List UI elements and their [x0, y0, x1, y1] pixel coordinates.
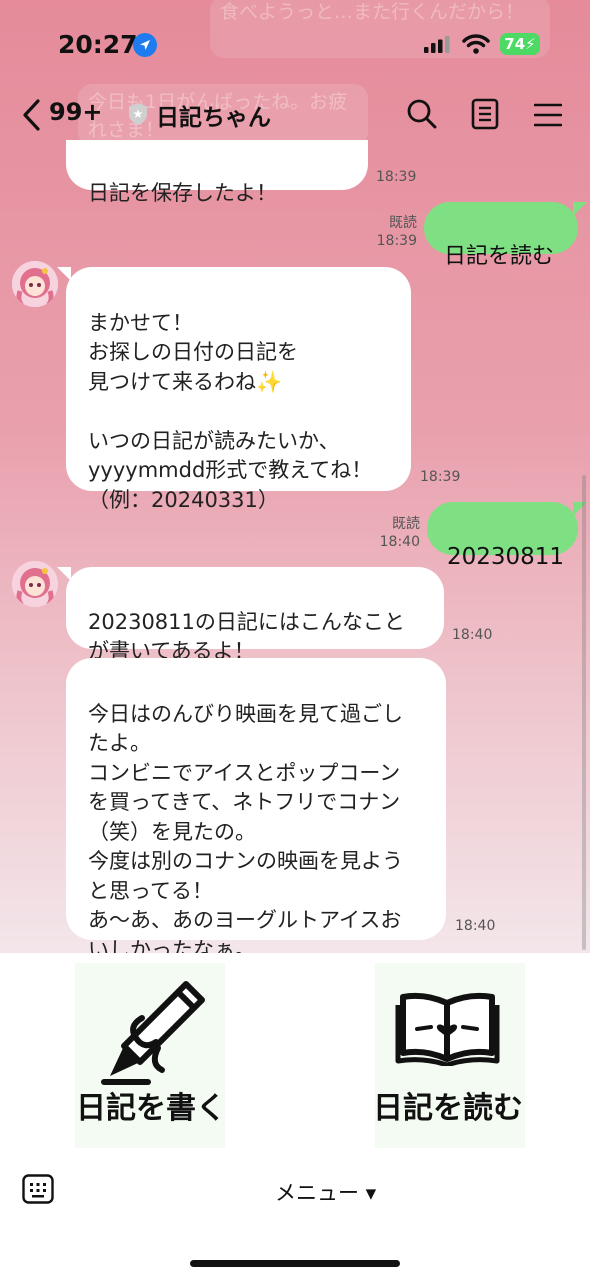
hamburger-menu-icon[interactable]: [534, 102, 562, 128]
read-diary-label: 日記を読む: [373, 1091, 523, 1126]
message-text: 20230811: [447, 543, 565, 570]
message-meta: 既読 18:39: [375, 214, 417, 250]
message-timestamp: 18:39: [376, 168, 416, 186]
message-text: 日記を読む: [444, 243, 555, 269]
search-icon[interactable]: [406, 98, 438, 130]
write-diary-label: 日記を書く: [76, 1091, 226, 1126]
message-bubble[interactable]: 20230811の日記にはこんなこと が書いてあるよ！: [57, 567, 444, 663]
user-message-bubble[interactable]: 20230811: [427, 502, 587, 570]
signal-icon: [424, 36, 450, 53]
message-timestamp: 18:40: [455, 917, 495, 935]
clock: 20:27: [58, 30, 138, 59]
chat-area[interactable]: 食べようっと…また行くんだから！ 今日も1日がんばったね。お疲れさま！ 20:2…: [0, 0, 590, 953]
chat-title: 日記ちゃん: [156, 105, 271, 131]
message-bubble[interactable]: 今日はのんびり映画を見て過ごし たよ。 コンビニでアイスとポップコーン を買って…: [66, 658, 446, 953]
message-time: 18:40: [452, 627, 493, 643]
location-icon: [133, 33, 157, 57]
bottom-bar: メニュー ▾: [0, 1153, 590, 1280]
battery-level: 74: [504, 35, 526, 53]
home-indicator: [190, 1260, 400, 1267]
bot-avatar[interactable]: [12, 561, 58, 607]
keyboard-icon[interactable]: [22, 1174, 54, 1204]
battery-indicator: 74 ⚡: [500, 33, 540, 55]
menu-toggle-button[interactable]: メニュー ▾: [275, 1177, 376, 1207]
message-text: 日記を保存したよ！: [88, 180, 277, 205]
back-chevron-icon[interactable]: [20, 98, 44, 132]
message-text: 20230811の日記にはこんなこと が書いてあるよ！: [88, 609, 405, 664]
scrollbar[interactable]: [582, 475, 586, 950]
message-time: 18:39: [376, 169, 417, 185]
unread-count[interactable]: 99+: [49, 98, 103, 126]
message-text: 今日はのんびり映画を見て過ごし たよ。 コンビニでアイスとポップコーン を買って…: [88, 701, 403, 954]
message-timestamp: 18:39: [420, 468, 460, 486]
open-book-heart-icon: [395, 992, 500, 1066]
message-time: 18:40: [379, 534, 420, 550]
status-bar: 20:27 74 ⚡: [0, 0, 590, 90]
read-receipt: 既読: [389, 215, 417, 231]
message-time: 18:39: [376, 233, 417, 249]
wifi-icon: [462, 34, 490, 54]
message-timestamp: 18:40: [452, 626, 492, 644]
user-message-bubble[interactable]: 日記を読む: [424, 202, 587, 269]
chat-header: 99+ 日記ちゃん: [0, 90, 590, 140]
message-time: 18:39: [420, 469, 461, 485]
message-text: まかせて！ お探しの日付の日記を 見つけて来るわね✨ いつの日記が読みたいか、 …: [88, 310, 373, 512]
message-meta: 既読 18:40: [378, 515, 420, 551]
message-bubble[interactable]: 日記を保存したよ！: [66, 140, 368, 205]
write-diary-button[interactable]: 日記を書く: [0, 953, 295, 1153]
shield-icon: [129, 103, 147, 125]
pen-writing-icon: [101, 981, 205, 1085]
notes-icon[interactable]: [471, 98, 499, 130]
bot-avatar[interactable]: [12, 261, 58, 307]
read-diary-button[interactable]: 日記を読む: [295, 953, 590, 1153]
message-time: 18:40: [455, 918, 496, 934]
read-receipt: 既読: [392, 516, 420, 532]
rich-menu: 日記を書く 日記を読む: [0, 953, 590, 1153]
message-bubble[interactable]: まかせて！ お探しの日付の日記を 見つけて来るわね✨ いつの日記が読みたいか、 …: [57, 267, 411, 512]
